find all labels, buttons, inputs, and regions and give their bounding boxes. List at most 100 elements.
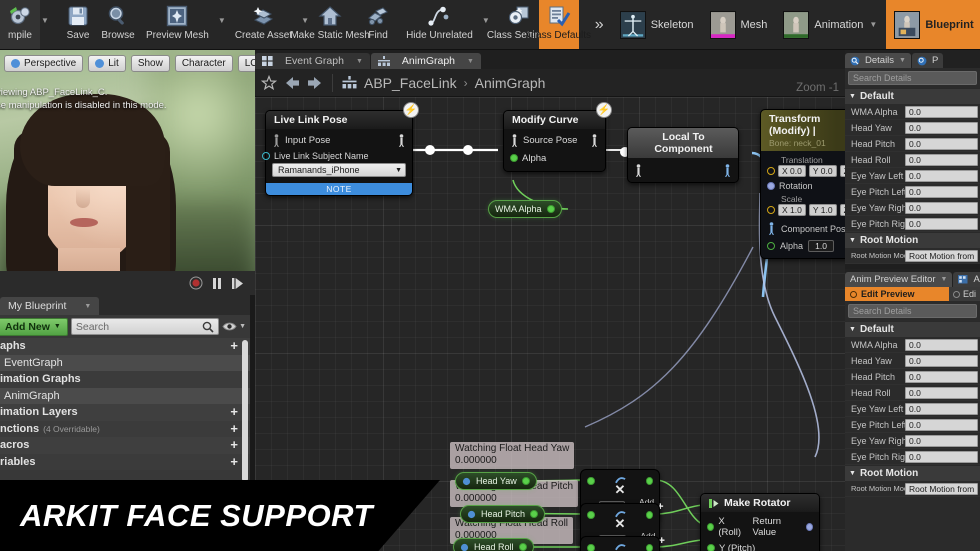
viewport-lod-button[interactable]: LOD Auto	[237, 54, 255, 72]
scale-pin-icon[interactable]	[767, 206, 775, 214]
node-head-roll-variable[interactable]: Head Roll	[453, 538, 534, 551]
viewport-show-button[interactable]: Show	[130, 54, 170, 72]
multiply-roll-in-a-pin-icon[interactable]	[587, 543, 595, 551]
viewport-character-button[interactable]: Character	[174, 54, 233, 72]
property-row[interactable]: Head Yaw 0.0	[845, 353, 980, 369]
transform-alpha-pin-icon[interactable]	[767, 242, 775, 250]
scale-row[interactable]: X 1.0 Y 1.0 Z	[767, 204, 845, 216]
list-item[interactable]: riables +	[0, 453, 250, 470]
list-item[interactable]: nctions (4 Overridable) +	[0, 420, 250, 437]
pose-in-pin-icon[interactable]	[634, 163, 643, 177]
hide-unrelated-dropdown-caret[interactable]: ▼	[481, 0, 491, 49]
breadcrumb-root[interactable]: ABP_FaceLink	[364, 75, 457, 91]
property-value[interactable]: 0.0	[905, 450, 978, 463]
node-transform-modify[interactable]: Transform (Modify) | Bone: neck_01 Trans…	[760, 109, 845, 259]
property-value[interactable]: 0.0	[905, 418, 978, 431]
property-row[interactable]: WMA Alpha 0.0	[845, 337, 980, 353]
my-blueprint-search-input[interactable]: Search	[70, 318, 220, 335]
node-head-pitch-variable[interactable]: Head Pitch	[460, 505, 546, 523]
preview-mesh-dropdown-caret[interactable]: ▼	[217, 0, 227, 49]
list-item[interactable]: EventGraph	[0, 354, 250, 371]
multiply-yaw-in-a-pin-icon[interactable]	[587, 476, 595, 485]
make-rotator-return-pin-icon[interactable]	[805, 523, 813, 531]
add-macro-button[interactable]: +	[230, 438, 238, 451]
class-defaults-button[interactable]: Class Defaults	[527, 0, 591, 49]
tab-my-blueprint[interactable]: My Blueprint ▼	[0, 297, 100, 315]
head-pitch-out-pin-icon[interactable]	[530, 510, 539, 518]
alpha-pin-icon[interactable]	[510, 154, 518, 162]
translation-x[interactable]: X 0.0	[778, 165, 806, 177]
tab-asset-browser[interactable]: A	[953, 272, 980, 287]
tab-event-graph[interactable]: Event Graph ▼	[255, 53, 370, 69]
multiply-pitch-in-a-pin-icon[interactable]	[587, 510, 595, 519]
property-value[interactable]: 0.0	[905, 201, 978, 214]
add-variable-button[interactable]: +	[230, 455, 238, 468]
tab-anim-preview-editor[interactable]: Anim Preview Editor ▼	[845, 272, 953, 287]
property-value[interactable]: 0.0	[905, 370, 978, 383]
list-item[interactable]: imation Layers +	[0, 404, 250, 421]
details-section-default[interactable]: ▼ Default	[845, 88, 980, 104]
wma-alpha-out-pin-icon[interactable]	[546, 205, 555, 213]
make-static-mesh-button[interactable]: Make Static Mesh	[290, 0, 370, 49]
favorite-star-icon[interactable]	[261, 74, 277, 91]
transform-alpha-row[interactable]: Alpha 1.0	[767, 240, 845, 252]
property-row[interactable]: Head Pitch 0.0	[845, 369, 980, 385]
anim-preview-search-input[interactable]: Search Details	[848, 304, 977, 318]
animation-dropdown-caret[interactable]: ▼	[868, 20, 878, 29]
property-value[interactable]: Root Motion from	[905, 482, 978, 495]
preview-mesh-button[interactable]: Preview Mesh	[138, 0, 217, 49]
property-value[interactable]: 0.0	[905, 354, 978, 367]
make-rotator-pitch-pin-icon[interactable]	[707, 544, 715, 551]
mode-skeleton[interactable]: Skeleton	[612, 0, 702, 49]
my-blueprint-visibility-button[interactable]: ▼	[222, 321, 248, 332]
hide-unrelated-button[interactable]: Hide Unrelated	[398, 0, 481, 49]
node-wma-alpha-variable[interactable]: WMA Alpha	[488, 200, 562, 218]
mode-mesh[interactable]: Mesh	[702, 0, 776, 49]
tab-details-caret-icon[interactable]: ▼	[899, 57, 906, 64]
node-head-yaw-variable[interactable]: Head Yaw	[455, 472, 537, 490]
anim-preview-section-default[interactable]: ▼ Default	[845, 321, 980, 337]
subject-name-dropdown[interactable]: Ramanands_iPhone ▼	[272, 163, 406, 177]
make-rotator-row-pitch[interactable]: Y (Pitch)	[707, 541, 813, 551]
property-row[interactable]: Head Yaw 0.0	[845, 120, 980, 136]
node-make-rotator[interactable]: Make Rotator X (Roll) Return Value Y (Pi…	[700, 493, 820, 551]
multiply-roll-out-pin-icon[interactable]	[645, 543, 653, 551]
subject-name-pin-icon[interactable]	[262, 152, 270, 160]
add-function-button[interactable]: +	[230, 422, 238, 435]
component-pose-pin-icon[interactable]	[767, 222, 776, 235]
translation-y[interactable]: Y 0.0	[808, 165, 837, 177]
add-graph-button[interactable]: +	[230, 339, 238, 352]
back-arrow-icon[interactable]	[284, 76, 300, 90]
node-modify-curve[interactable]: ⚡ Modify Curve Source Pose Alpha	[503, 102, 612, 172]
add-new-button[interactable]: Add New ▼	[0, 317, 68, 336]
tab-event-graph-caret-icon[interactable]: ▼	[356, 58, 363, 65]
class-settings-button[interactable]: Class Settings	[487, 0, 551, 49]
find-button[interactable]: Find	[358, 0, 398, 49]
pose-out-pin-icon[interactable]	[723, 163, 732, 177]
property-row[interactable]: Eye Yaw Left 0.0	[845, 168, 980, 184]
add-animation-layer-button[interactable]: +	[230, 405, 238, 418]
list-item[interactable]: aphs +	[0, 338, 250, 355]
property-row[interactable]: Eye Yaw Right 0.0	[845, 200, 980, 216]
property-row[interactable]: Head Roll 0.0	[845, 152, 980, 168]
rotation-pin-icon[interactable]	[767, 182, 775, 190]
property-value[interactable]: 0.0	[905, 105, 978, 118]
rotation-row[interactable]: Rotation	[767, 181, 845, 191]
property-value[interactable]: 0.0	[905, 153, 978, 166]
property-row[interactable]: Root Motion Mode Root Motion from	[845, 481, 980, 497]
edit-preview-button[interactable]: Edit Preview	[845, 287, 949, 301]
property-row[interactable]: Eye Yaw Left 0.0	[845, 401, 980, 417]
property-value[interactable]: 0.0	[905, 402, 978, 415]
viewport-lit-button[interactable]: Lit	[88, 54, 126, 72]
property-value[interactable]: 0.0	[905, 217, 978, 230]
property-value[interactable]: Root Motion from	[905, 249, 978, 262]
save-button[interactable]: Save	[58, 0, 98, 49]
make-rotator-row-roll[interactable]: X (Roll) Return Value	[707, 516, 813, 538]
scale-y[interactable]: Y 1.0	[808, 204, 837, 216]
tab-my-blueprint-caret-icon[interactable]: ▼	[84, 303, 91, 310]
node-local-to-component[interactable]: Local To Component	[627, 127, 739, 183]
node-note-bar[interactable]: NOTE	[266, 183, 412, 195]
my-blueprint-scrollbar[interactable]	[242, 340, 248, 482]
create-asset-dropdown-caret[interactable]: ▼	[300, 0, 310, 49]
preview-viewport[interactable]: Perspective Lit Show Character LOD Auto …	[0, 50, 255, 295]
